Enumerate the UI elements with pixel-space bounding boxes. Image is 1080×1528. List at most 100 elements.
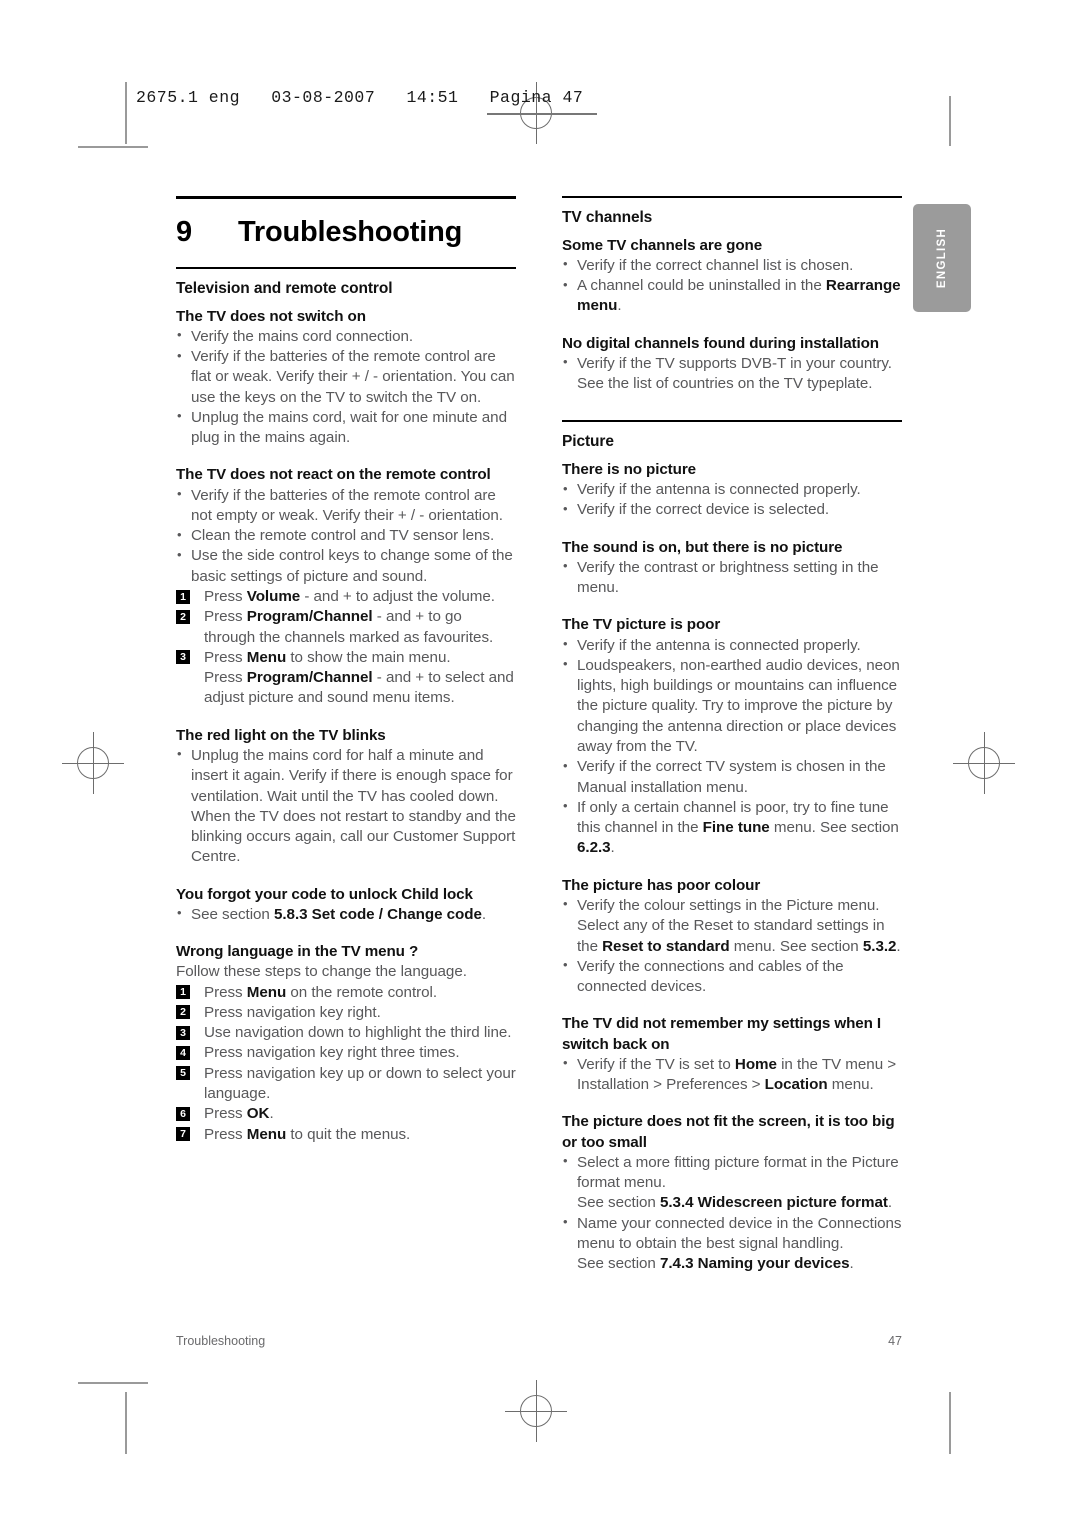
section-heading-picture: Picture bbox=[562, 432, 614, 450]
step-text: Press navigation key right. bbox=[204, 1003, 381, 1021]
subsection-heading-no-digital-channels-found-during-installation: No digital channels found during install… bbox=[562, 334, 879, 352]
step-number-badge: 2 bbox=[176, 609, 190, 624]
section-heading-tv-channels: TV channels bbox=[562, 208, 653, 226]
bullet-item: See section 5.8.3 Set code / Change code… bbox=[176, 904, 516, 925]
bullet-item: Unplug the mains cord, wait for one minu… bbox=[176, 407, 516, 449]
some-tv-channels-are-gone-bullet-list: Verify if the correct channel list is ch… bbox=[562, 255, 902, 317]
subsection-heading-the-picture-has-poor-colour: The picture has poor colour bbox=[562, 876, 761, 894]
step-item: 2 Press navigation key right. bbox=[176, 1003, 516, 1023]
left-column-blocks: The TV does not switch onVerify the main… bbox=[176, 298, 516, 1145]
page: 9 Troubleshooting Television and remote … bbox=[0, 0, 1080, 1528]
bullet-item: Name your connected device in the Connec… bbox=[562, 1213, 902, 1275]
step-text: Press Program/Channel - and + to go thro… bbox=[204, 608, 494, 646]
step-text: Press Menu on the remote control. bbox=[204, 983, 438, 1001]
step-text: Press Menu to show the main menu. Press P… bbox=[204, 648, 514, 707]
bullet-item: Verify if the antenna is connected prope… bbox=[562, 480, 902, 500]
the-picture-has-poor-colour-bullet-list: Verify the colour settings in the Pictur… bbox=[562, 895, 902, 998]
bullet-item: Clean the remote control and TV sensor l… bbox=[176, 526, 516, 546]
subsection-heading-you-forgot-your-code-to-unlock-child-lock: You forgot your code to unlock Child loc… bbox=[176, 885, 473, 903]
step-item: 3 Press Menu to show the main menu. Press … bbox=[176, 648, 516, 709]
bullet-item: Verify the mains cord connection. bbox=[176, 326, 516, 347]
bullet-item: Loudspeakers, non-earthed audio devices,… bbox=[562, 655, 902, 757]
step-text: Press Volume - and + to adjust the volum… bbox=[204, 588, 495, 606]
bullet-item: Verify the contrast or brightness settin… bbox=[562, 557, 902, 599]
step-item: 4 Press navigation key right three times. bbox=[176, 1043, 516, 1063]
bullet-item: A channel could be uninstalled in the Re… bbox=[562, 276, 902, 317]
step-number-badge: 6 bbox=[176, 1106, 190, 1121]
step-number-badge: 7 bbox=[176, 1127, 190, 1142]
step-number-badge: 5 bbox=[176, 1066, 190, 1081]
page-title: Troubleshooting bbox=[238, 216, 463, 248]
step-item: 5 Press navigation key up or down to sele… bbox=[176, 1064, 516, 1105]
step-number-badge: 3 bbox=[176, 1025, 190, 1040]
step-item: 2 Press Program/Channel - and + to go thr… bbox=[176, 607, 516, 648]
subsection-heading-the-sound-is-on-but-there-is-no-picture: The sound is on, but there is no picture bbox=[562, 538, 843, 556]
subsection-heading-some-tv-channels-are-gone: Some TV channels are gone bbox=[562, 236, 763, 254]
the-tv-does-not-react-on-the-remote-control-step-list: 1 Press Volume - and + to adjust the volu… bbox=[176, 587, 516, 709]
bullet-item: Verify the connections and cables of the… bbox=[562, 956, 902, 998]
chapter-heading: 9 Troubleshooting bbox=[176, 199, 516, 267]
subsection-heading-wrong-language-in-the-tv-menu: Wrong language in the TV menu ? bbox=[176, 943, 419, 961]
subsection-heading-the-tv-does-not-switch-on: The TV does not switch on bbox=[176, 307, 366, 325]
right-column: TV channelsSome TV channels are goneVeri… bbox=[562, 196, 902, 1274]
subsection-heading-there-is-no-picture: There is no picture bbox=[562, 460, 696, 478]
step-item: 6 Press OK. bbox=[176, 1104, 516, 1124]
section-heading-television-and-remote-control: Television and remote control bbox=[176, 279, 393, 297]
step-item: 7 Press Menu to quit the menus. bbox=[176, 1125, 516, 1145]
bullet-item: Verify if the TV is set to Home in the T… bbox=[562, 1054, 902, 1096]
bullet-item: Select a more fitting picture format in … bbox=[562, 1152, 902, 1214]
page-footer: Troubleshooting 47 bbox=[176, 1334, 902, 1348]
the-sound-is-on-but-there-is-no-picture-bullet-list: Verify the contrast or brightness settin… bbox=[562, 557, 902, 599]
step-text: Press navigation key right three times. bbox=[204, 1044, 460, 1062]
chapter-number: 9 bbox=[176, 216, 193, 248]
bullet-item: Verify if the correct device is selected… bbox=[562, 500, 902, 520]
bullet-item: Verify if the TV supports DVB-T in your … bbox=[562, 353, 902, 395]
wrong-language-in-the-tv-menu-step-list: 1 Press Menu on the remote control. 2 Press… bbox=[176, 983, 516, 1145]
step-text: Use navigation down to highlight the thi… bbox=[204, 1024, 512, 1042]
left-column: 9 Troubleshooting Television and remote … bbox=[176, 196, 516, 1145]
two-column-layout: 9 Troubleshooting Television and remote … bbox=[176, 196, 902, 1274]
footer-chapter-label: Troubleshooting bbox=[176, 1334, 266, 1348]
section-rule bbox=[562, 420, 902, 422]
bullet-item: Unplug the mains cord for half a minute … bbox=[176, 745, 516, 868]
bullet-item: Verify if the batteries of the remote co… bbox=[176, 347, 516, 408]
step-number-badge: 1 bbox=[176, 589, 190, 604]
step-number-badge: 3 bbox=[176, 650, 190, 665]
step-number-badge: 2 bbox=[176, 1005, 190, 1020]
bullet-item: Verify if the correct TV system is chose… bbox=[562, 757, 902, 798]
step-text: Press OK. bbox=[204, 1105, 274, 1123]
subsection-heading-the-tv-did-not-remember-my-settings-when-i-switc: The TV did not remember my settings when… bbox=[562, 1015, 882, 1053]
subsection-heading-the-tv-does-not-react-on-the-remote-control: The TV does not react on the remote cont… bbox=[176, 466, 491, 484]
chapter-rule-bottom bbox=[176, 267, 516, 269]
the-tv-did-not-remember-my-settings-when-i-switc-bullet-list: Verify if the TV is set to Home in the T… bbox=[562, 1054, 902, 1096]
step-item: 1 Press Menu on the remote control. bbox=[176, 983, 516, 1003]
bullet-item: Verify if the antenna is connected prope… bbox=[562, 635, 902, 656]
page-content: 9 Troubleshooting Television and remote … bbox=[176, 196, 902, 1274]
bullet-item: Verify if the correct channel list is ch… bbox=[562, 255, 902, 276]
no-digital-channels-found-during-installation-bullet-list: Verify if the TV supports DVB-T in your … bbox=[562, 353, 902, 395]
step-text: Press navigation key up or down to selec… bbox=[204, 1064, 516, 1103]
subsection-heading-the-tv-picture-is-poor: The TV picture is poor bbox=[562, 616, 721, 634]
step-item: 3 Use navigation down to highlight the th… bbox=[176, 1023, 516, 1043]
the-tv-does-not-switch-on-bullet-list: Verify the mains cord connection.Verify … bbox=[176, 326, 516, 449]
the-tv-does-not-react-on-the-remote-control-bullet-list: Verify if the batteries of the remote co… bbox=[176, 485, 516, 587]
you-forgot-your-code-to-unlock-child-lock-bullet-list: See section 5.8.3 Set code / Change code… bbox=[176, 904, 516, 925]
footer-page-number: 47 bbox=[888, 1334, 902, 1348]
section-rule bbox=[562, 196, 902, 198]
subsection-heading-the-picture-does-not-fit-the-screen-it-is-too-bi: The picture does not fit the screen, it … bbox=[562, 1113, 895, 1151]
bullet-item: Verify if the batteries of the remote co… bbox=[176, 485, 516, 527]
